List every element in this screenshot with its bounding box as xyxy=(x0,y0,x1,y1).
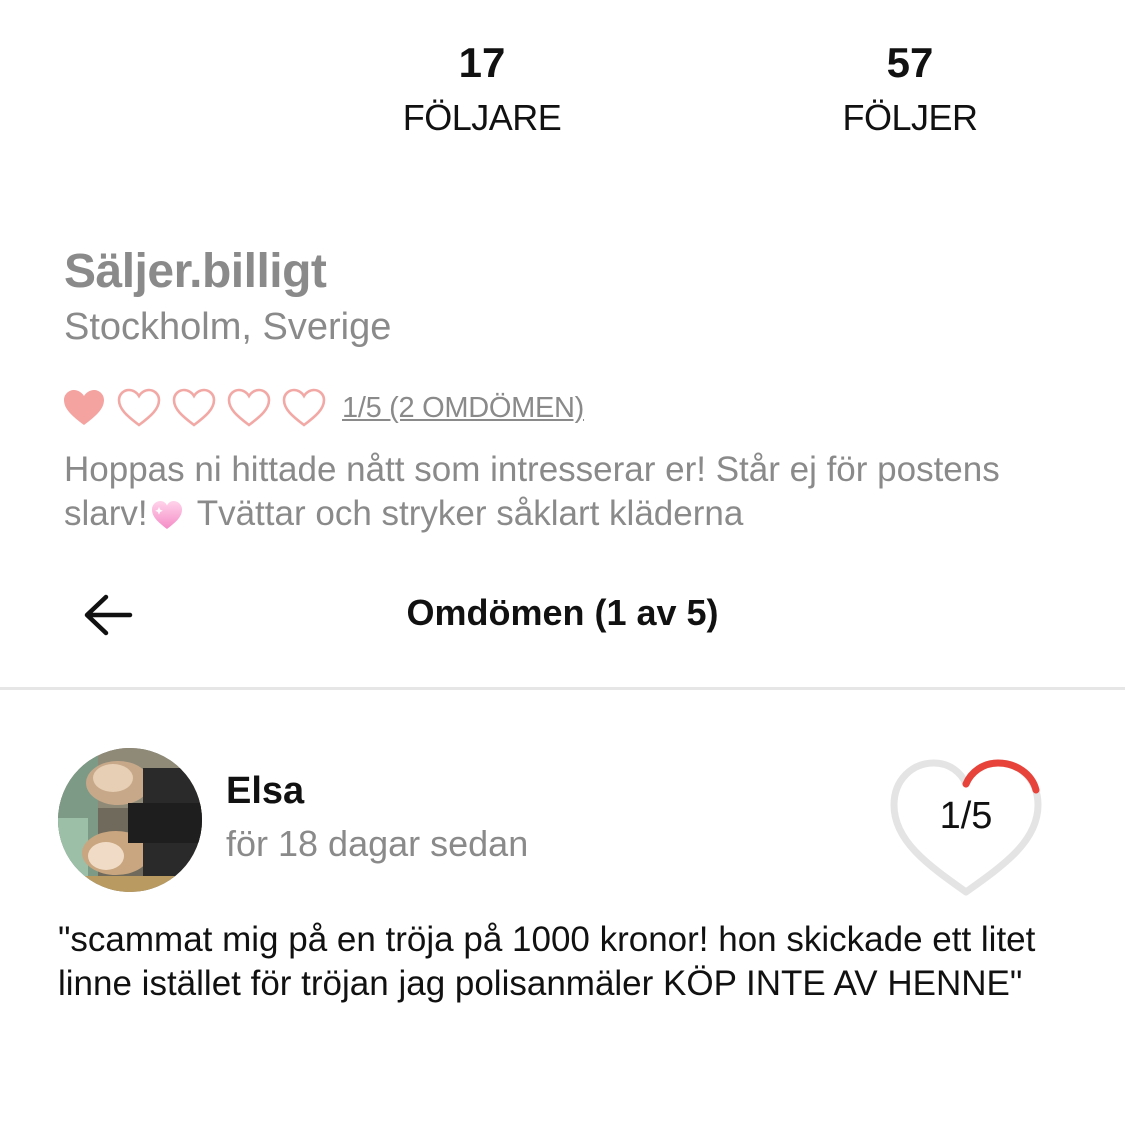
review-text: "scammat mig på en tröja på 1000 kronor!… xyxy=(58,920,1036,1003)
heart-outline-icon xyxy=(282,388,326,427)
rating-summary-link[interactable]: 1/5 (2 OMDÖMEN) xyxy=(342,392,584,425)
followers-label: FÖLJARE xyxy=(402,97,562,138)
heart-outline-icon xyxy=(117,388,161,427)
followers-stat[interactable]: 17 FÖLJARE xyxy=(352,38,612,140)
following-count: 57 xyxy=(886,39,934,86)
heart-outline-icon xyxy=(172,388,216,427)
profile-name: Säljer.billigt xyxy=(64,245,327,298)
profile-bio: Hoppas ni hittade nått som intresserar e… xyxy=(64,448,1064,544)
bio-text-continued: Tvättar och stryker såklart kläderna xyxy=(187,494,744,533)
reviewer-name[interactable]: Elsa xyxy=(226,770,304,813)
rating-row[interactable]: 1/5 (2 OMDÖMEN) xyxy=(62,386,584,430)
sparkling-heart-emoji-icon xyxy=(151,501,182,529)
review-score: 1/5 xyxy=(939,795,993,837)
reviews-title: Omdömen (1 av 5) xyxy=(406,592,719,633)
profile-location: Stockholm, Sverige xyxy=(64,306,392,348)
following-label: FÖLJER xyxy=(842,97,978,138)
following-stat[interactable]: 57 FÖLJER xyxy=(780,38,1040,140)
header-divider xyxy=(0,687,1125,690)
bio-overlay xyxy=(0,540,1125,574)
avatar[interactable] xyxy=(58,748,202,892)
heart-outline-icon xyxy=(227,388,271,427)
avatar-photo xyxy=(58,748,202,892)
review-timestamp: för 18 dagar sedan xyxy=(226,823,529,864)
followers-count: 17 xyxy=(458,39,506,86)
heart-filled-icon xyxy=(64,390,104,425)
